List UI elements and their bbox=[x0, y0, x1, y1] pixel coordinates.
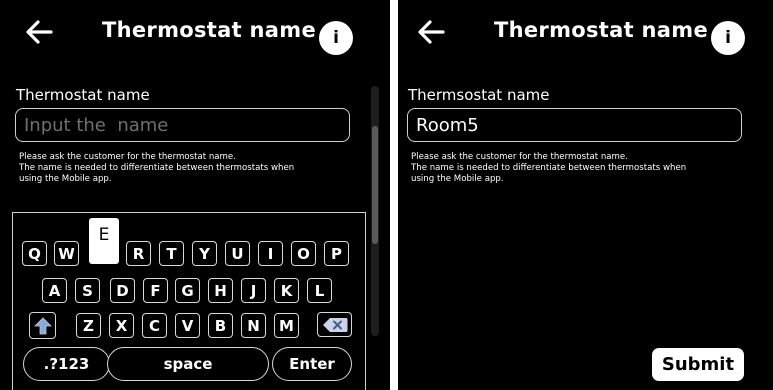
thermostat-name-screen-keyboard: Thermostat name i Thermostat name Please… bbox=[0, 0, 390, 390]
help-text: Please ask the customer for the thermost… bbox=[19, 152, 359, 185]
thermostat-name-input[interactable] bbox=[407, 108, 742, 142]
key-a[interactable]: A bbox=[42, 278, 67, 303]
shift-arrow-icon bbox=[33, 316, 52, 334]
key-i[interactable]: I bbox=[258, 241, 283, 266]
info-button[interactable]: i bbox=[319, 21, 353, 55]
key-x[interactable]: X bbox=[109, 313, 134, 338]
submit-button[interactable]: Submit bbox=[652, 348, 744, 381]
back-arrow-icon[interactable] bbox=[416, 18, 446, 46]
key-c[interactable]: C bbox=[142, 313, 167, 338]
key-m[interactable]: M bbox=[274, 313, 299, 338]
info-button[interactable]: i bbox=[711, 21, 745, 55]
enter-key[interactable]: Enter bbox=[272, 347, 352, 381]
help-line: using the Mobile app. bbox=[411, 174, 504, 184]
thermostat-name-screen-filled: Thermostat name i Thermsostat name Pleas… bbox=[398, 0, 773, 390]
key-u[interactable]: U bbox=[225, 241, 250, 266]
help-line: using the Mobile app. bbox=[19, 174, 112, 184]
key-v[interactable]: V bbox=[175, 313, 200, 338]
page-title: Thermostat name bbox=[494, 18, 708, 42]
thermostat-name-input[interactable] bbox=[15, 108, 350, 142]
key-q[interactable]: Q bbox=[22, 241, 47, 266]
field-label: Thermostat name bbox=[16, 86, 150, 104]
key-k[interactable]: K bbox=[274, 278, 299, 303]
key-l[interactable]: L bbox=[307, 278, 332, 303]
key-g[interactable]: G bbox=[175, 278, 200, 303]
back-arrow-icon[interactable] bbox=[24, 18, 54, 46]
help-line: Please ask the customer for the thermost… bbox=[19, 152, 236, 162]
help-line: Please ask the customer for the thermost… bbox=[411, 152, 628, 162]
key-s[interactable]: S bbox=[75, 278, 100, 303]
key-y[interactable]: Y bbox=[192, 241, 217, 266]
scrollbar-thumb[interactable] bbox=[372, 126, 378, 244]
key-z[interactable]: Z bbox=[76, 313, 101, 338]
key-f[interactable]: F bbox=[143, 278, 168, 303]
help-line: The name is needed to differentiate betw… bbox=[411, 163, 687, 173]
key-o[interactable]: O bbox=[291, 241, 316, 266]
key-p[interactable]: P bbox=[324, 241, 349, 266]
key-press-popup: E bbox=[89, 218, 119, 264]
key-d[interactable]: D bbox=[110, 278, 135, 303]
key-j[interactable]: J bbox=[241, 278, 266, 303]
key-n[interactable]: N bbox=[241, 313, 266, 338]
key-t[interactable]: T bbox=[159, 241, 184, 266]
help-line: The name is needed to differentiate betw… bbox=[19, 163, 295, 173]
backspace-icon bbox=[322, 317, 347, 332]
key-b[interactable]: B bbox=[208, 313, 233, 338]
shift-key[interactable] bbox=[29, 312, 56, 339]
scrollbar[interactable] bbox=[371, 86, 379, 336]
on-screen-keyboard: Q W E R T Y U I O P A S D F G H J K L Z … bbox=[12, 212, 366, 390]
space-key[interactable]: space bbox=[107, 347, 269, 381]
backspace-key[interactable] bbox=[317, 312, 352, 337]
help-text: Please ask the customer for the thermost… bbox=[411, 152, 751, 185]
key-r[interactable]: R bbox=[126, 241, 151, 266]
field-label: Thermsostat name bbox=[408, 86, 550, 104]
key-h[interactable]: H bbox=[208, 278, 233, 303]
symbols-key[interactable]: .?123 bbox=[23, 347, 110, 381]
key-w[interactable]: W bbox=[54, 241, 79, 266]
page-title: Thermostat name bbox=[102, 18, 316, 42]
